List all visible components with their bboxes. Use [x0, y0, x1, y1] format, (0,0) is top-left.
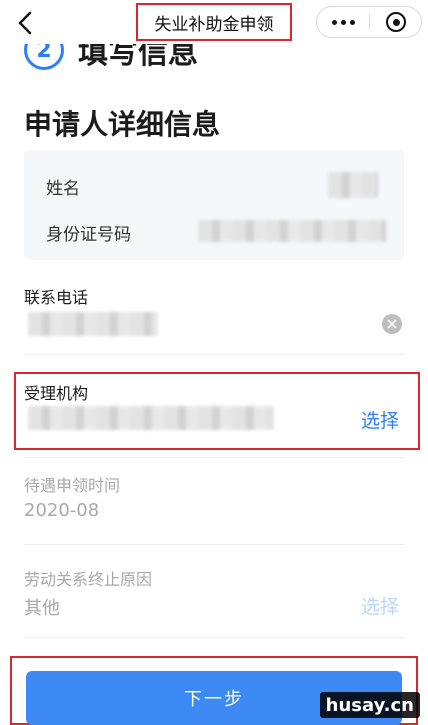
- nav-title-highlight: 失业补助金申领: [136, 3, 292, 41]
- name-row: 姓名: [46, 172, 396, 199]
- more-icon[interactable]: [317, 7, 369, 37]
- id-number-value-redacted: [198, 220, 386, 242]
- id-number-label: 身份证号码: [46, 225, 131, 245]
- agency-select-link[interactable]: 选择: [361, 406, 399, 433]
- nav-title: 失业补助金申领: [154, 14, 274, 35]
- termination-reason-label: 劳动关系终止原因: [24, 570, 153, 589]
- name-label: 姓名: [46, 179, 80, 199]
- divider: [24, 637, 404, 638]
- applicant-info-card: 姓名 身份证号码: [24, 150, 404, 260]
- claim-period-value: 2020-08: [24, 500, 100, 521]
- agency-field[interactable]: 受理机构 选择: [24, 380, 404, 440]
- close-miniprogram-icon[interactable]: [371, 7, 421, 37]
- next-step-label: 下一步: [184, 689, 244, 710]
- capsule-divider: [369, 14, 370, 30]
- claim-period-field[interactable]: 待遇申领时间 2020-08: [24, 472, 404, 532]
- phone-value-redacted[interactable]: [28, 312, 158, 336]
- phone-label: 联系电话: [24, 288, 89, 307]
- divider: [24, 457, 404, 458]
- agency-value-redacted: [28, 406, 274, 430]
- divider: [24, 544, 404, 545]
- termination-reason-select-link[interactable]: 选择: [361, 592, 399, 619]
- name-value-redacted: [328, 172, 378, 198]
- agency-label: 受理机构: [24, 384, 89, 403]
- termination-reason-field[interactable]: 劳动关系终止原因 其他 选择: [24, 566, 404, 626]
- id-number-row: 身份证号码: [46, 220, 396, 245]
- divider: [24, 354, 404, 355]
- phone-field[interactable]: 联系电话: [24, 284, 404, 346]
- top-nav-bar: 失业补助金申领: [0, 0, 428, 44]
- watermark-logo: husay.cn: [319, 692, 420, 718]
- termination-reason-value: 其他: [24, 598, 60, 619]
- section-title: 申请人详细信息: [24, 108, 221, 141]
- miniprogram-capsule: [316, 6, 422, 38]
- claim-period-label: 待遇申领时间: [24, 476, 121, 495]
- clear-icon[interactable]: [382, 314, 402, 334]
- back-icon[interactable]: [14, 10, 38, 36]
- watermark-text: husay.cn: [325, 694, 414, 716]
